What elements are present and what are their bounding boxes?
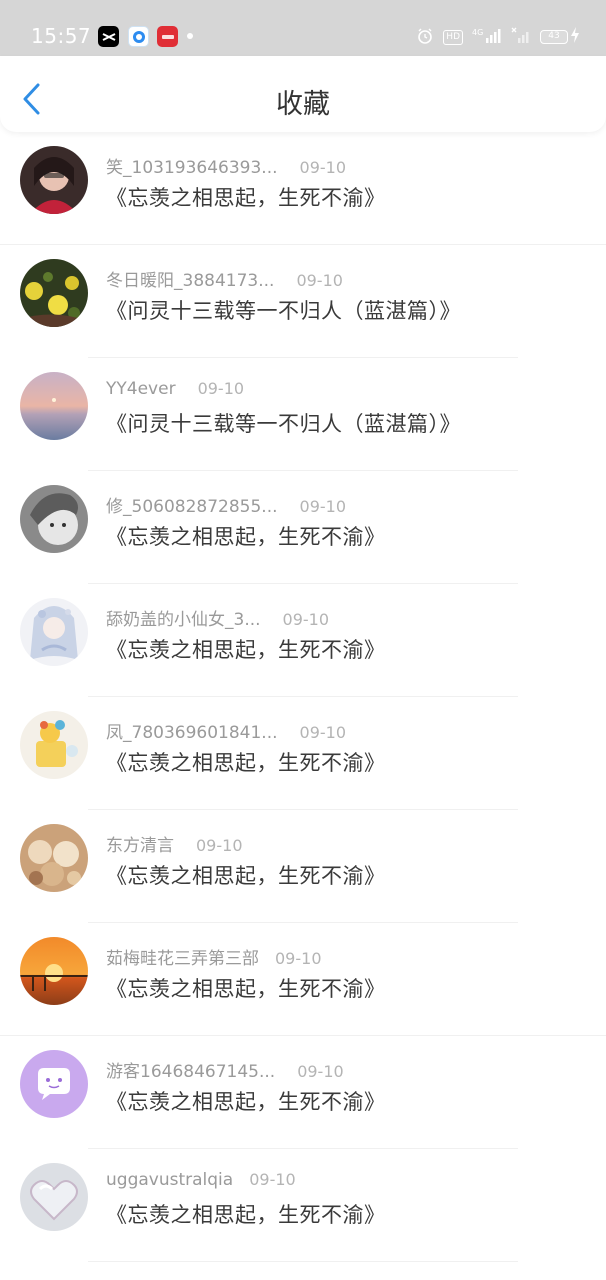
item-meta: uggavustralqia 09-10 [106,1170,296,1190]
item-meta: 笑_103193646393... 09-10 [106,153,346,178]
avatar[interactable] [20,711,88,779]
list-item[interactable]: 凤_780369601841... 09-10 《忘羡之相思起，生死不渝》 [0,697,606,810]
username[interactable]: YY4ever [106,379,176,399]
username[interactable]: 茹梅畦花三弄第三部 [106,944,259,969]
item-meta: 修_506082872855... 09-10 [106,492,346,517]
avatar[interactable] [20,372,88,440]
list-item[interactable]: 东方清言 09-10 《忘羡之相思起，生死不渝》 [0,810,606,923]
date: 09-10 [197,379,245,398]
battery-level: 43 [540,30,568,44]
notification-dot-icon [187,33,193,39]
username[interactable]: 凤_780369601841... [106,718,278,743]
list-item[interactable]: 茹梅畦花三弄第三部 09-10 《忘羡之相思起，生死不渝》 [0,923,606,1036]
username[interactable]: 游客16468467145... [106,1057,275,1082]
avatar[interactable] [20,598,88,666]
item-title[interactable]: 《问灵十三载等一不归人（蓝湛篇）》 [106,408,461,438]
item-title[interactable]: 《忘羡之相思起，生死不渝》 [106,973,386,1003]
avatar[interactable] [20,1163,88,1231]
avatar[interactable] [20,146,88,214]
username[interactable]: 东方清言 [106,831,174,856]
item-meta: 东方清言 09-10 [106,831,243,856]
item-title[interactable]: 《忘羡之相思起，生死不渝》 [106,1086,386,1116]
item-meta: 舔奶盖的小仙女_3... 09-10 [106,605,329,630]
signal-no-sim-icon [511,27,531,48]
date: 09-10 [249,1170,296,1189]
item-meta: YY4ever 09-10 [106,379,244,399]
list-item[interactable]: 舔奶盖的小仙女_3... 09-10 《忘羡之相思起，生死不渝》 [0,584,606,697]
avatar[interactable] [20,937,88,1005]
avatar[interactable] [20,1050,88,1118]
capcut-app-icon [98,26,119,47]
list-item[interactable]: 游客16468467145... 09-10 《忘羡之相思起，生死不渝》 [0,1036,606,1149]
list-item[interactable]: 笑_103193646393... 09-10 《忘羡之相思起，生死不渝》 [0,132,606,245]
username[interactable]: 笑_103193646393... [106,153,278,178]
avatar[interactable] [20,824,88,892]
hd-badge: HD [443,29,463,45]
alarm-icon [416,27,434,48]
header-bar: 收藏 [0,56,606,132]
network-type: 4G [472,28,483,37]
avatar[interactable] [20,259,88,327]
item-meta: 游客16468467145... 09-10 [106,1057,344,1082]
username[interactable]: 修_506082872855... [106,492,278,517]
date: 09-10 [296,271,343,290]
item-meta: 凤_780369601841... 09-10 [106,718,346,743]
username[interactable]: 冬日暖阳_3884173... [106,266,274,291]
date: 09-10 [196,836,243,855]
item-meta: 冬日暖阳_3884173... 09-10 [106,266,343,291]
date: 09-10 [297,1062,344,1081]
signal-icon: 4G [472,27,502,48]
charging-icon [570,27,580,47]
item-title[interactable]: 《忘羡之相思起，生死不渝》 [106,1199,386,1229]
status-bar: 15:57 HD 4G 43 [0,0,606,56]
item-meta: 茹梅畦花三弄第三部 09-10 [106,944,322,969]
item-title[interactable]: 《问灵十三载等一不归人（蓝湛篇）》 [106,295,461,325]
page-title: 收藏 [276,89,330,120]
favorites-list: 笑_103193646393... 09-10 《忘羡之相思起，生死不渝》 冬日… [0,132,606,1262]
divider [88,1261,518,1262]
username[interactable]: 舔奶盖的小仙女_3... [106,605,261,630]
list-item[interactable]: uggavustralqia 09-10 《忘羡之相思起，生死不渝》 [0,1149,606,1262]
username[interactable]: uggavustralqia [106,1170,233,1190]
avatar[interactable] [20,485,88,553]
tv-app-icon [128,26,149,47]
date: 09-10 [275,949,322,968]
list-item[interactable]: 冬日暖阳_3884173... 09-10 《问灵十三载等一不归人（蓝湛篇）》 [0,245,606,358]
item-title[interactable]: 《忘羡之相思起，生死不渝》 [106,182,386,212]
shop-app-icon [157,26,178,47]
list-item[interactable]: YY4ever 09-10 《问灵十三载等一不归人（蓝湛篇）》 [0,358,606,471]
date: 09-10 [299,158,347,177]
list-item[interactable]: 修_506082872855... 09-10 《忘羡之相思起，生死不渝》 [0,471,606,584]
item-title[interactable]: 《忘羡之相思起，生死不渝》 [106,634,386,664]
status-time: 15:57 [31,24,92,48]
battery-indicator: 43 [540,27,580,47]
date: 09-10 [282,610,330,629]
date: 09-10 [299,497,347,516]
status-indicators: HD 4G 43 [416,26,580,48]
item-title[interactable]: 《忘羡之相思起，生死不渝》 [106,860,386,890]
item-title[interactable]: 《忘羡之相思起，生死不渝》 [106,747,386,777]
item-title[interactable]: 《忘羡之相思起，生死不渝》 [106,521,386,551]
date: 09-10 [299,723,347,742]
